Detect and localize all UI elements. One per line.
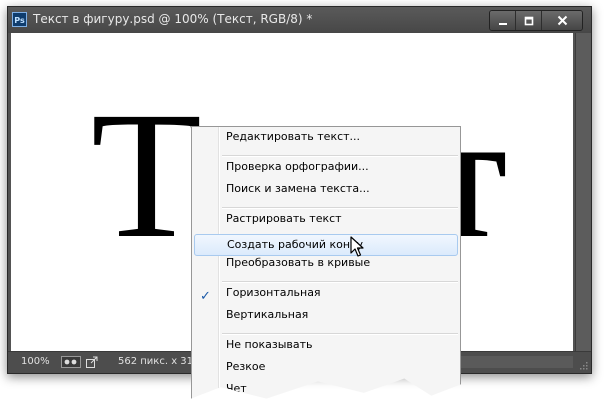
document-info[interactable]: 562 пикс. x 319	[118, 356, 199, 367]
menu-item-spell-check[interactable]: Проверка орфографии...	[192, 160, 460, 182]
photoshop-app-icon: Ps	[12, 12, 27, 27]
menu-item-antialias-none[interactable]: Не показывать	[192, 338, 460, 360]
menu-item-find-replace[interactable]: Поиск и замена текста...	[192, 182, 460, 204]
menu-item-create-work-path[interactable]: Создать рабочий конту	[194, 234, 458, 256]
window-controls	[489, 10, 583, 31]
menu-item-antialias-sharp[interactable]: Резкое	[192, 360, 460, 382]
close-icon	[557, 15, 567, 26]
context-menu-list: Редактировать текст... Проверка орфограф…	[192, 130, 460, 399]
menu-separator	[222, 155, 458, 157]
menu-separator	[222, 333, 458, 335]
context-menu: Редактировать текст... Проверка орфограф…	[191, 126, 461, 399]
share-icon[interactable]	[86, 356, 98, 371]
menu-item-edit-text[interactable]: Редактировать текст...	[192, 130, 460, 152]
document-profile-icon[interactable]	[61, 356, 81, 371]
title-bar[interactable]: Ps Текст в фигуру.psd @ 100% (Текст, RGB…	[8, 7, 591, 33]
restore-button[interactable]	[515, 11, 541, 30]
menu-item-rasterize-text[interactable]: Растрировать текст	[192, 212, 460, 234]
resize-grip-icon[interactable]	[578, 360, 588, 370]
zoom-level[interactable]: 100%	[21, 356, 50, 367]
mouse-pointer-icon	[350, 236, 364, 257]
vertical-scrollbar[interactable]	[575, 33, 591, 352]
menu-item-antialias-crisp[interactable]: Чет	[192, 382, 460, 399]
menu-item-vertical[interactable]: Вертикальная	[192, 308, 460, 330]
menu-separator	[222, 281, 458, 283]
minimize-icon	[498, 22, 507, 25]
close-button[interactable]	[541, 11, 582, 30]
minimize-button[interactable]	[490, 11, 515, 30]
menu-separator	[222, 207, 458, 209]
window-title: Текст в фигуру.psd @ 100% (Текст, RGB/8)…	[33, 12, 313, 26]
menu-item-convert-to-shape[interactable]: Преобразовать в кривые	[192, 256, 460, 278]
menu-item-horizontal[interactable]: ✓ Горизонтальная	[192, 286, 460, 308]
canvas-letter-left: Т	[91, 75, 207, 276]
checkmark-icon: ✓	[200, 289, 211, 304]
restore-icon	[524, 16, 533, 25]
